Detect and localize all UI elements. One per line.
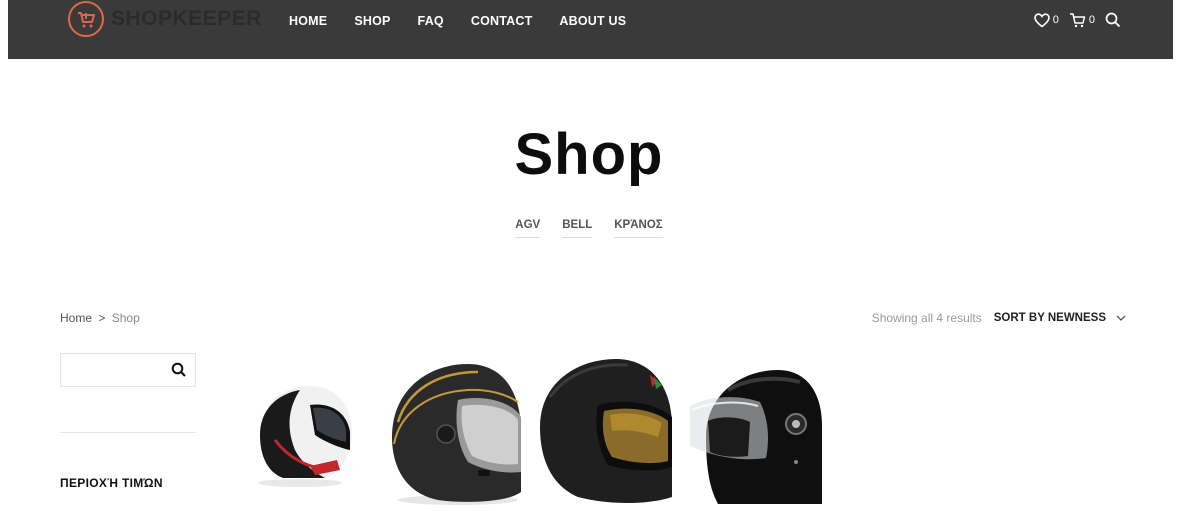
product-card[interactable]: [688, 366, 822, 506]
nav-contact[interactable]: CONTACT: [471, 14, 533, 28]
main-nav: HOME SHOP FAQ CONTACT ABOUT US: [289, 14, 626, 28]
product-card[interactable]: [388, 362, 522, 506]
gloss-black-retro-helmet: [690, 370, 822, 504]
search-icon: [171, 362, 186, 377]
breadcrumb-current: Shop: [111, 311, 140, 325]
breadcrumb-home[interactable]: Home: [60, 311, 92, 325]
matte-black-gold-bell-helmet: [392, 364, 521, 505]
product-search-input[interactable]: [67, 354, 171, 386]
product-search-button[interactable]: [171, 362, 187, 383]
white-black-bell-helmet: [258, 386, 352, 487]
nav-shop[interactable]: SHOP: [354, 14, 390, 28]
price-range-title: ΠΕΡΙΟΧΉ ΤΙΜΏΝ: [60, 476, 163, 490]
category-links: AGV BELL ΚΡΆΝΟΣ: [0, 219, 1178, 238]
sidebar-divider: [60, 432, 196, 433]
sort-label: SORT BY NEWNESS: [993, 312, 1106, 324]
cart-logo-icon: [78, 12, 95, 28]
logo-text[interactable]: SHOPKEEPER: [111, 7, 262, 31]
carbon-agv-helmet-gold-visor: [540, 359, 672, 503]
product-search-field: [60, 353, 196, 387]
breadcrumb: Home > Shop: [60, 311, 140, 325]
logo-ring[interactable]: [68, 1, 104, 37]
wishlist-count: 0: [1052, 14, 1059, 26]
product-card[interactable]: [538, 357, 672, 506]
header-tools: 0 0: [1033, 12, 1121, 28]
sort-dropdown[interactable]: SORT BY NEWNESS: [994, 312, 1126, 324]
chevron-down-icon: [1116, 315, 1126, 321]
cart-button[interactable]: 0: [1069, 12, 1095, 28]
results-bar: Showing all 4 results SORT BY NEWNESS: [872, 311, 1126, 325]
cart-count: 0: [1088, 14, 1095, 26]
search-icon: [1105, 12, 1121, 28]
category-bell[interactable]: BELL: [562, 219, 593, 238]
nav-about-us[interactable]: ABOUT US: [559, 14, 626, 28]
breadcrumb-separator: >: [98, 311, 106, 325]
top-header: SHOPKEEPER HOME SHOP FAQ CONTACT ABOUT U…: [8, 0, 1173, 59]
category-agv[interactable]: AGV: [515, 219, 541, 238]
header-search-button[interactable]: [1105, 12, 1121, 28]
nav-home[interactable]: HOME: [289, 14, 327, 28]
page-title: Shop: [514, 122, 664, 187]
nav-faq[interactable]: FAQ: [418, 14, 444, 28]
heart-icon: [1033, 12, 1050, 28]
category-kranos[interactable]: ΚΡΆΝΟΣ: [614, 219, 663, 238]
result-count: Showing all 4 results: [871, 311, 982, 325]
product-card[interactable]: [255, 380, 355, 490]
wishlist-button[interactable]: 0: [1033, 12, 1059, 28]
cart-icon: [1069, 13, 1086, 28]
